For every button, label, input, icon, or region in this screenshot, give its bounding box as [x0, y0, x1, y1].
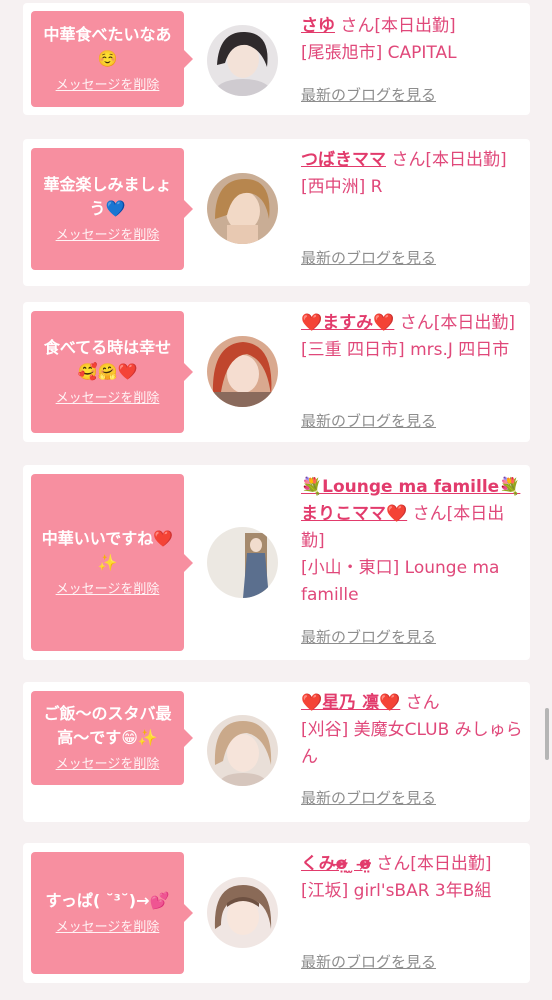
latest-blog-link[interactable]: 最新のブログを見る: [301, 248, 436, 268]
message-bubble: 華金楽しみましょう💙 メッセージを削除: [31, 148, 193, 270]
delete-message-button[interactable]: メッセージを削除: [56, 77, 160, 95]
avatar[interactable]: [207, 527, 278, 598]
message-text: 華金楽しみましょう💙: [43, 175, 172, 218]
message-bubble: 中華いいですね❤️✨ メッセージを削除: [31, 474, 193, 651]
shop-name: [小山・東口] Lounge ma famille: [301, 558, 500, 605]
latest-blog-link[interactable]: 最新のブログを見る: [301, 952, 436, 972]
shop-name: [三重 四日市] mrs.J 四日市: [301, 340, 510, 360]
sender-info: 💐Lounge ma famille💐まりこママ❤️ さん[本日出勤] [小山・…: [301, 474, 523, 609]
sender-info: ❤️星乃 凛❤️ さん [刈谷] 美魔女CLUB みしゅらん: [301, 690, 523, 771]
message-card: すっぱ( ˘³˘)→💕 メッセージを削除 くみo̴̶̷̤ ̫ o̴̶̷̤ さん[…: [23, 843, 530, 983]
latest-blog-link[interactable]: 最新のブログを見る: [301, 85, 436, 105]
avatar[interactable]: [207, 877, 278, 948]
avatar[interactable]: [207, 715, 278, 786]
shop-name: [尾張旭市] CAPITAL: [301, 43, 457, 63]
shop-name: [江坂] girl'sBAR 3年B組: [301, 881, 492, 901]
message-card: 食べてる時は幸せ🥰🤗❤️ メッセージを削除 ❤️ますみ❤️ さん[本日出勤] […: [23, 302, 530, 442]
sender-name-link[interactable]: ❤️ますみ❤️: [301, 313, 394, 333]
delete-message-button[interactable]: メッセージを削除: [56, 581, 160, 599]
sender-status: さん[本日出勤]: [376, 854, 492, 874]
avatar[interactable]: [207, 173, 278, 244]
latest-blog-link[interactable]: 最新のブログを見る: [301, 788, 436, 808]
message-card: 華金楽しみましょう💙 メッセージを削除 つばきママ さん[本日出勤] [西中洲]…: [23, 139, 530, 286]
profile-photo-icon: [207, 25, 278, 96]
profile-photo-icon: [207, 173, 278, 244]
sender-name-link[interactable]: さゆ: [301, 16, 335, 36]
avatar[interactable]: [207, 336, 278, 407]
shop-name: [西中洲] R: [301, 177, 383, 197]
delete-message-button[interactable]: メッセージを削除: [56, 390, 160, 408]
message-text: ご飯〜のスタバ最高〜です😁✨: [43, 704, 172, 747]
message-text: すっぱ( ˘³˘)→💕: [45, 891, 170, 910]
shop-name: [刈谷] 美魔女CLUB みしゅらん: [301, 720, 523, 767]
sender-info: ❤️ますみ❤️ さん[本日出勤] [三重 四日市] mrs.J 四日市: [301, 310, 523, 364]
sender-info: さゆ さん[本日出勤] [尾張旭市] CAPITAL: [301, 13, 523, 67]
scrollbar[interactable]: [545, 708, 549, 760]
sender-status: さん: [405, 693, 440, 713]
message-card: ご飯〜のスタバ最高〜です😁✨ メッセージを削除 ❤️星乃 凛❤️ さん [刈谷]…: [23, 682, 530, 822]
message-text: 中華いいですね❤️✨: [41, 528, 174, 572]
delete-message-button[interactable]: メッセージを削除: [56, 919, 160, 937]
latest-blog-link[interactable]: 最新のブログを見る: [301, 411, 436, 431]
profile-photo-icon: [207, 715, 278, 786]
delete-message-button[interactable]: メッセージを削除: [56, 756, 160, 774]
message-text: 食べてる時は幸せ🥰🤗❤️: [43, 338, 172, 381]
profile-photo-icon: [207, 877, 278, 948]
sender-status: さん[本日出勤]: [391, 150, 507, 170]
message-card: 中華いいですね❤️✨ メッセージを削除 💐Lounge ma famille💐ま…: [23, 465, 530, 660]
profile-photo-icon: [207, 527, 278, 598]
sender-info: くみo̴̶̷̤ ̫ o̴̶̷̤ さん[本日出勤] [江坂] girl'sBAR …: [301, 851, 523, 905]
message-bubble: 食べてる時は幸せ🥰🤗❤️ メッセージを削除: [31, 311, 193, 433]
profile-photo-icon: [207, 336, 278, 407]
latest-blog-link[interactable]: 最新のブログを見る: [301, 627, 436, 647]
message-bubble: ご飯〜のスタバ最高〜です😁✨ メッセージを削除: [31, 691, 193, 785]
sender-status: さん[本日出勤]: [399, 313, 516, 333]
sender-status: さん[本日出勤]: [340, 16, 456, 36]
sender-name-link[interactable]: ❤️星乃 凛❤️: [301, 693, 400, 713]
message-bubble: すっぱ( ˘³˘)→💕 メッセージを削除: [31, 852, 193, 974]
message-card: 中華食べたいなあ☺️ メッセージを削除 さゆ さん[本日出勤] [尾張旭市] C…: [23, 3, 530, 115]
delete-message-button[interactable]: メッセージを削除: [56, 227, 160, 245]
avatar[interactable]: [207, 25, 278, 96]
sender-info: つばきママ さん[本日出勤] [西中洲] R: [301, 147, 523, 201]
sender-name-link[interactable]: くみo̴̶̷̤ ̫ o̴̶̷̤: [301, 854, 371, 874]
message-text: 中華食べたいなあ☺️: [43, 25, 172, 68]
message-bubble: 中華食べたいなあ☺️ メッセージを削除: [31, 11, 193, 107]
sender-name-link[interactable]: つばきママ: [301, 150, 386, 170]
